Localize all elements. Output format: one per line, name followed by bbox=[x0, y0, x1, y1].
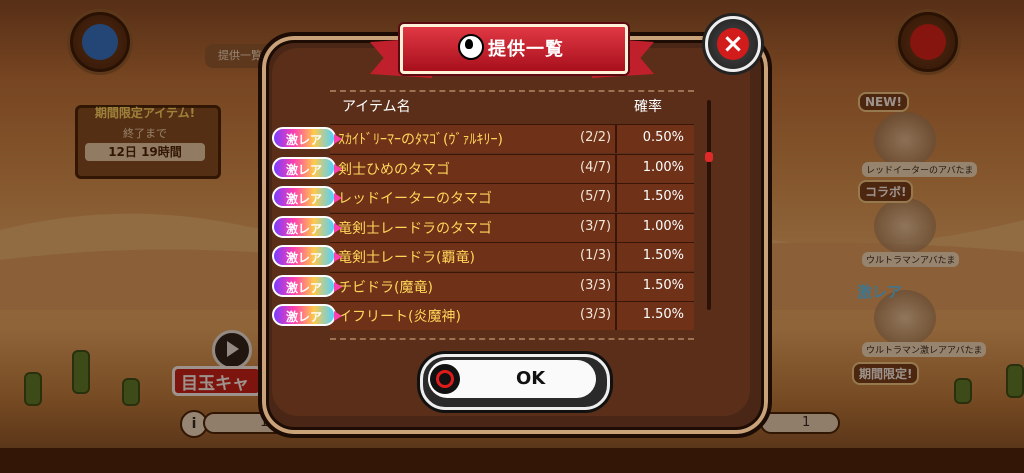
rarity-badge-label: 激レア bbox=[285, 192, 322, 206]
item-count: (3/3) bbox=[580, 307, 612, 322]
close-button[interactable]: × bbox=[705, 16, 761, 72]
item-name: イフリート(炎魔神) bbox=[338, 309, 461, 325]
item-name: チビドラ(魔竜) bbox=[338, 279, 433, 296]
ok-label: OK bbox=[516, 368, 546, 389]
table-header: アイテム名 確率 bbox=[330, 96, 694, 122]
badge-tip bbox=[334, 163, 342, 174]
table-row: チビドラ(魔竜) (3/3) 1.50% bbox=[330, 271, 694, 301]
rarity-badge: 激レア bbox=[272, 156, 342, 179]
rarity-badge-label: 激レア bbox=[285, 221, 322, 236]
rarity-badge: 激レア bbox=[272, 215, 342, 238]
ok-ring-icon bbox=[430, 364, 460, 394]
column-divider bbox=[615, 302, 617, 330]
item-name: レッドイーターのタマゴ bbox=[338, 191, 492, 207]
item-name: ｽｶｲﾄﾞﾘｰﾏｰのﾀﾏｺﾞ(ｳﾞｧﾙｷﾘｰ) bbox=[338, 132, 503, 148]
table-row: 竜剣士レードラのタマゴ (3/7) 1.00% bbox=[330, 212, 694, 242]
rarity-badge: 激レア bbox=[272, 304, 342, 326]
mascot-icon bbox=[458, 34, 484, 60]
rarity-badge: 激レア bbox=[272, 245, 342, 267]
badge-tip bbox=[334, 193, 342, 203]
item-rate: 1.50% bbox=[642, 277, 684, 293]
rarity-badge-label: 激レア bbox=[285, 310, 322, 324]
column-header-name: アイテム名 bbox=[342, 99, 411, 115]
item-rate: 1.00% bbox=[642, 218, 684, 234]
item-rate: 1.50% bbox=[642, 189, 684, 204]
item-count: (4/7) bbox=[580, 159, 612, 175]
rarity-badge-label: 激レア bbox=[285, 133, 322, 147]
scrollbar[interactable] bbox=[707, 100, 711, 310]
rarity-badge: 激レア bbox=[272, 127, 342, 149]
rarity-badge-label: 激レア bbox=[285, 162, 322, 177]
item-rate: 1.00% bbox=[642, 159, 684, 175]
column-divider bbox=[615, 243, 617, 271]
table-row: 竜剣士レードラ(覇竜) (1/3) 1.50% bbox=[330, 242, 694, 271]
close-icon: × bbox=[717, 28, 749, 60]
rarity-badge: 激レア bbox=[272, 274, 342, 297]
badge-tip bbox=[334, 311, 342, 321]
column-header-rate: 確率 bbox=[634, 99, 662, 115]
badge-tip bbox=[334, 134, 342, 144]
table-row: ｽｶｲﾄﾞﾘｰﾏｰのﾀﾏｺﾞ(ｳﾞｧﾙｷﾘｰ) (2/2) 0.50% bbox=[330, 124, 694, 153]
column-divider bbox=[615, 213, 617, 242]
table-row: レッドイーターのタマゴ (5/7) 1.50% bbox=[330, 183, 694, 212]
badge-tip bbox=[334, 281, 342, 292]
item-count: (3/3) bbox=[580, 277, 612, 293]
item-name: 剣士ひめのタマゴ bbox=[338, 161, 450, 178]
column-divider bbox=[615, 272, 617, 301]
item-rate: 1.50% bbox=[642, 307, 684, 322]
table-row: 剣士ひめのタマゴ (4/7) 1.00% bbox=[330, 153, 694, 183]
modal-title: 提供一覧 bbox=[488, 39, 564, 60]
divider bbox=[330, 338, 694, 340]
scroll-thumb[interactable] bbox=[705, 152, 713, 162]
badge-tip bbox=[334, 222, 342, 233]
column-divider bbox=[615, 125, 617, 153]
item-rate: 1.50% bbox=[642, 248, 684, 263]
item-count: (1/3) bbox=[580, 248, 612, 263]
rarity-badge-label: 激レア bbox=[285, 251, 322, 265]
item-name: 竜剣士レードラ(覇竜) bbox=[338, 250, 475, 266]
table-row: イフリート(炎魔神) (3/3) 1.50% bbox=[330, 301, 694, 330]
item-name: 竜剣士レードラのタマゴ bbox=[338, 220, 492, 237]
column-divider bbox=[615, 154, 617, 183]
rarity-badge-label: 激レア bbox=[285, 280, 322, 295]
column-divider bbox=[615, 184, 617, 212]
item-count: (5/7) bbox=[580, 189, 612, 204]
divider bbox=[330, 90, 694, 92]
item-count: (2/2) bbox=[580, 130, 612, 145]
item-rate: 0.50% bbox=[642, 130, 684, 145]
item-count: (3/7) bbox=[580, 218, 612, 234]
rarity-badge: 激レア bbox=[272, 186, 342, 208]
badge-tip bbox=[334, 252, 342, 262]
